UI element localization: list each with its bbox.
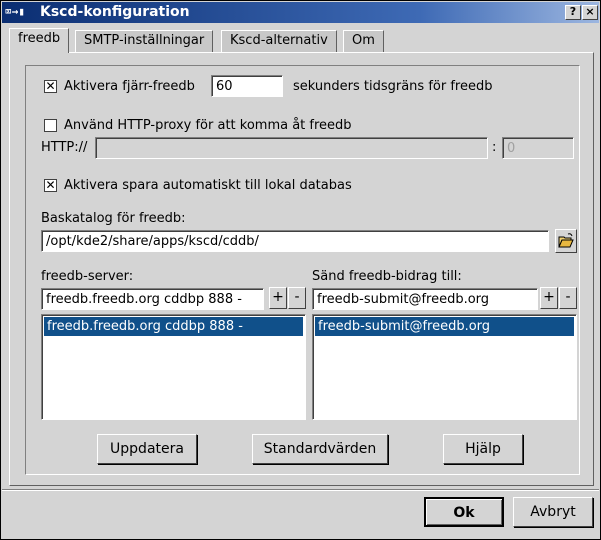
ok-button[interactable]: Ok bbox=[424, 497, 504, 527]
tab-about[interactable]: Om bbox=[343, 30, 384, 52]
cancel-button[interactable]: Avbryt bbox=[513, 497, 593, 527]
close-title-button[interactable]: × bbox=[582, 5, 598, 20]
basedir-input[interactable]: /opt/kde2/share/apps/kscd/cddb/ bbox=[41, 230, 549, 252]
window-menu-icon[interactable]: ⌧→▮ bbox=[5, 5, 33, 19]
freedb-group: ✕ Aktivera fjärr-freedb 60 sekunders tid… bbox=[25, 65, 580, 475]
remove-submit-button[interactable]: - bbox=[559, 287, 577, 309]
timeout-suffix: sekunders tidsgräns för freedb bbox=[293, 79, 493, 94]
folder-open-icon[interactable] bbox=[555, 229, 577, 253]
update-button[interactable]: Uppdatera bbox=[97, 434, 197, 464]
proxy-label: Använd HTTP-proxy för att komma åt freed… bbox=[64, 118, 352, 133]
port-separator: : bbox=[492, 140, 497, 155]
http-label: HTTP:// bbox=[41, 140, 88, 155]
remote-freedb-label: Aktivera fjärr-freedb bbox=[64, 79, 195, 94]
remote-freedb-checkbox[interactable]: ✕ bbox=[44, 80, 57, 93]
submit-label: Sänd freedb-bidrag till: bbox=[312, 269, 462, 284]
autosave-label: Aktivera spara automatiskt till lokal da… bbox=[64, 178, 352, 193]
list-item[interactable]: freedb-submit@freedb.org bbox=[315, 317, 574, 336]
help-title-button[interactable]: ? bbox=[565, 5, 581, 20]
freedb-panel: ✕ Aktivera fjärr-freedb 60 sekunders tid… bbox=[9, 52, 594, 486]
server-input[interactable]: freedb.freedb.org cddbp 888 - bbox=[41, 288, 264, 310]
add-server-button[interactable]: + bbox=[269, 287, 287, 309]
help-button[interactable]: Hjälp bbox=[443, 434, 523, 464]
proxy-port-input[interactable]: 0 bbox=[502, 137, 574, 159]
config-dialog: ⌧→▮ Kscd-konfiguration ? × freedb SMTP-i… bbox=[0, 0, 601, 540]
footer-divider bbox=[2, 489, 599, 491]
title-bar[interactable]: ⌧→▮ Kscd-konfiguration ? × bbox=[2, 2, 599, 23]
defaults-button[interactable]: Standardvärden bbox=[252, 434, 388, 464]
window-title: Kscd-konfiguration bbox=[40, 4, 190, 20]
tab-smtp[interactable]: SMTP-inställningar bbox=[75, 30, 214, 52]
tab-freedb[interactable]: freedb bbox=[9, 28, 70, 53]
submit-input[interactable]: freedb-submit@freedb.org bbox=[312, 288, 538, 310]
remove-server-button[interactable]: - bbox=[288, 287, 306, 309]
basedir-label: Baskatalog för freedb: bbox=[41, 211, 186, 226]
list-item[interactable]: freedb.freedb.org cddbp 888 - bbox=[44, 317, 303, 336]
server-list[interactable]: freedb.freedb.org cddbp 888 - bbox=[41, 314, 306, 420]
tab-kscd-options[interactable]: Kscd-alternativ bbox=[221, 30, 337, 52]
autosave-checkbox[interactable]: ✕ bbox=[44, 179, 57, 192]
submit-list[interactable]: freedb-submit@freedb.org bbox=[312, 314, 577, 420]
add-submit-button[interactable]: + bbox=[540, 287, 558, 309]
proxy-checkbox[interactable] bbox=[44, 119, 57, 132]
proxy-host-input[interactable] bbox=[95, 137, 488, 159]
timeout-input[interactable]: 60 bbox=[211, 75, 283, 97]
server-label: freedb-server: bbox=[41, 269, 134, 284]
